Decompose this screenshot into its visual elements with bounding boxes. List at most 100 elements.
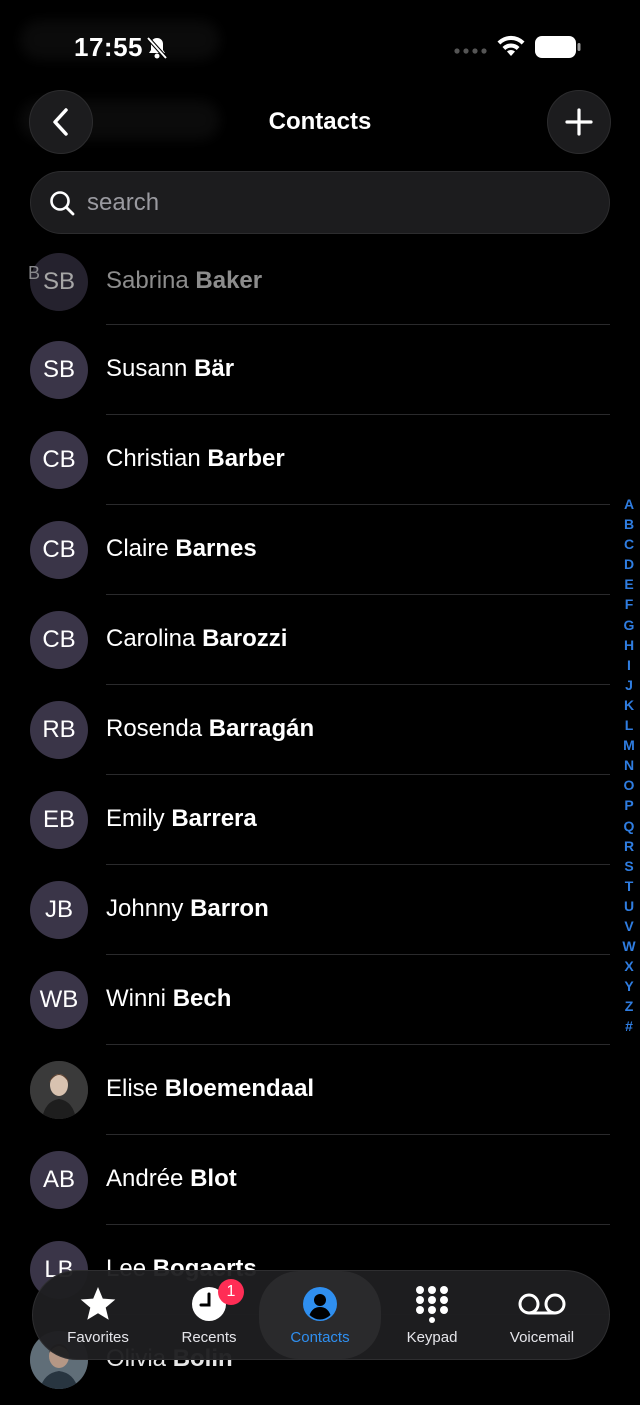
index-letter[interactable]: B [620,514,638,534]
contact-row[interactable]: WB Winni Bech [0,955,640,1045]
person-photo-icon [30,1061,88,1119]
search-icon [50,191,75,216]
search-input[interactable] [87,172,587,233]
index-letter[interactable]: D [620,554,638,574]
index-letter[interactable]: V [620,916,638,936]
contact-row[interactable]: AB Andrée Blot [0,1135,640,1225]
contact-name: Claire Barnes [106,535,257,563]
index-letter[interactable]: E [620,574,638,594]
index-letter[interactable]: O [620,775,638,795]
tab-keypad[interactable]: Keypad [377,1271,487,1359]
contact-row[interactable]: RB Rosenda Barragán [0,685,640,775]
contact-list[interactable]: SB B Sabrina Baker SB Susann Bär CB Chri… [0,237,640,1405]
last-name: Barnes [175,535,257,562]
index-letter[interactable]: T [620,876,638,896]
contact-name: Andrée Blot [106,1165,237,1193]
contact-name: Carolina Barozzi [106,625,287,653]
tab-voicemail[interactable]: Voicemail [487,1271,597,1359]
last-name: Barozzi [202,625,288,652]
tab-label: Contacts [290,1329,350,1346]
last-name: Baker [195,267,263,294]
first-name: Andrée [106,1165,184,1192]
contact-row[interactable]: CB Christian Barber [0,415,640,505]
index-letter[interactable]: A [620,494,638,514]
signal-dots-icon [454,48,487,54]
avatar: CB [30,431,88,489]
status-time: 17:55 [74,32,143,62]
contact-name: Johnny Barron [106,895,269,923]
tab-label: Recents [181,1329,237,1346]
index-letter[interactable]: S [620,856,638,876]
index-letter[interactable]: F [620,594,638,614]
contact-row[interactable]: SB B Sabrina Baker [0,237,640,325]
index-letter[interactable]: R [620,836,638,856]
wifi-icon [497,35,525,56]
index-letter[interactable]: N [620,755,638,775]
contact-name: Susann Bär [106,355,234,383]
last-name: Bloemendaal [164,1075,315,1102]
index-letter[interactable]: L [620,715,638,735]
index-letter[interactable]: X [620,956,638,976]
index-letter[interactable]: J [620,675,638,695]
index-letter[interactable]: G [620,615,638,635]
first-name: Johnny [106,895,184,922]
tab-recents[interactable]: 1 Recents [154,1271,264,1359]
battery-icon [535,36,581,58]
index-letter[interactable]: H [620,635,638,655]
contact-row[interactable]: CB Carolina Barozzi [0,595,640,685]
index-letter[interactable]: # [620,1016,638,1036]
tab-favorites[interactable]: Favorites [43,1271,153,1359]
first-name: Carolina [106,625,196,652]
first-name: Christian [106,445,201,472]
contact-row[interactable]: Elise Bloemendaal [0,1045,640,1135]
contact-name: Winni Bech [106,985,231,1013]
avatar-photo [30,1061,88,1119]
last-name: Barron [190,895,269,922]
add-contact-button[interactable] [547,90,611,154]
alphabet-index[interactable]: A B C D E F G H I J K L M N O P Q R S T U V W X Y Z # [620,494,638,1037]
contact-row[interactable]: SB Susann Bär [0,325,640,415]
recents-badge: 1 [218,1279,244,1305]
contact-name: Elise Bloemendaal [106,1075,314,1103]
first-name: Winni [106,985,167,1012]
plus-icon [565,108,593,136]
first-name: Susann [106,355,188,382]
first-name: Elise [106,1075,159,1102]
index-letter[interactable]: P [620,795,638,815]
index-letter[interactable]: U [620,896,638,916]
last-name: Barragán [208,715,315,742]
index-letter[interactable]: Q [620,816,638,836]
first-name: Sabrina [106,267,189,294]
contact-name: Rosenda Barragán [106,715,314,743]
contact-row[interactable]: EB Emily Barrera [0,775,640,865]
index-letter[interactable]: M [620,735,638,755]
tab-label: Favorites [67,1329,129,1346]
star-icon [80,1287,116,1320]
last-name: Bär [194,355,235,382]
avatar: CB [30,521,88,579]
contact-row[interactable]: CB Claire Barnes [0,505,640,595]
search-bar[interactable] [30,171,610,234]
index-letter[interactable]: C [620,534,638,554]
avatar: WB [30,971,88,1029]
index-letter[interactable]: Y [620,976,638,996]
contact-row[interactable]: JB Johnny Barron [0,865,640,955]
index-letter[interactable]: I [620,655,638,675]
contact-name: Sabrina Baker [106,267,262,295]
last-name: Blot [190,1165,237,1192]
avatar: SB [30,341,88,399]
tab-bar: Favorites 1 Recents Contacts Keypad Voic… [32,1270,610,1360]
tab-label: Keypad [406,1329,458,1346]
avatar: RB [30,701,88,759]
index-letter[interactable]: K [620,695,638,715]
contact-name: Emily Barrera [106,805,257,833]
voicemail-icon [518,1293,566,1315]
index-letter[interactable]: W [620,936,638,956]
page-title: Contacts [268,108,372,135]
person-circle-icon [303,1287,337,1321]
contact-name: Christian Barber [106,445,285,473]
tab-contacts[interactable]: Contacts [259,1271,381,1359]
last-name: Barber [207,445,285,472]
index-letter[interactable]: Z [620,996,638,1016]
avatar: JB [30,881,88,939]
